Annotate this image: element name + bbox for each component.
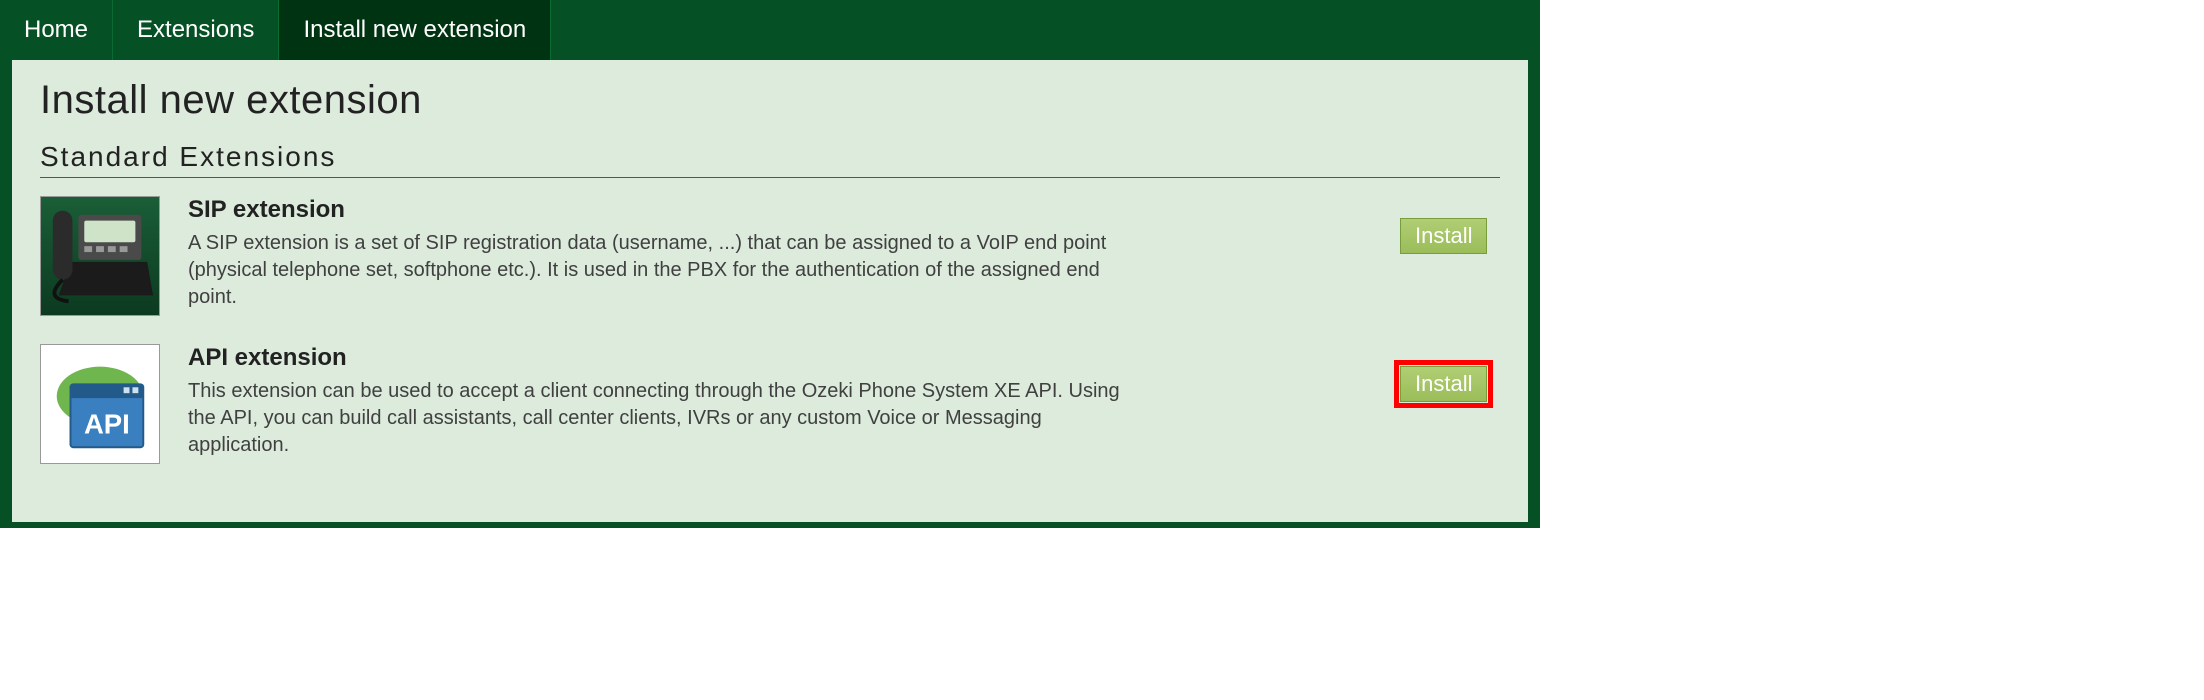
install-button-api[interactable]: Install (1400, 366, 1487, 402)
extension-body: API extension This extension can be used… (188, 344, 1372, 459)
extension-action: Install (1400, 196, 1500, 254)
extension-row-api: API API extension This extension can be … (40, 344, 1500, 464)
install-button-sip[interactable]: Install (1400, 218, 1487, 254)
extension-description: A SIP extension is a set of SIP registra… (188, 230, 1138, 311)
nav-tab-extensions[interactable]: Extensions (113, 0, 279, 60)
extension-body: SIP extension A SIP extension is a set o… (188, 196, 1372, 311)
sip-phone-icon (40, 196, 160, 316)
api-extension-icon: API (40, 344, 160, 464)
extension-row-sip: SIP extension A SIP extension is a set o… (40, 196, 1500, 316)
extension-description: This extension can be used to accept a c… (188, 378, 1138, 459)
extension-title: SIP extension (188, 196, 1372, 224)
extension-action: Install (1400, 344, 1500, 402)
page-title: Install new extension (40, 78, 1500, 123)
desk-phone-icon (41, 197, 159, 315)
svg-text:API: API (84, 409, 130, 440)
extension-title: API extension (188, 344, 1372, 372)
section-divider (40, 177, 1500, 178)
top-nav: Home Extensions Install new extension (0, 0, 1540, 60)
nav-tab-install-new[interactable]: Install new extension (279, 0, 551, 60)
section-title: Standard Extensions (40, 141, 1500, 173)
content-panel: Install new extension Standard Extension… (12, 60, 1528, 522)
api-window-icon: API (41, 344, 159, 464)
nav-tab-home[interactable]: Home (0, 0, 113, 60)
